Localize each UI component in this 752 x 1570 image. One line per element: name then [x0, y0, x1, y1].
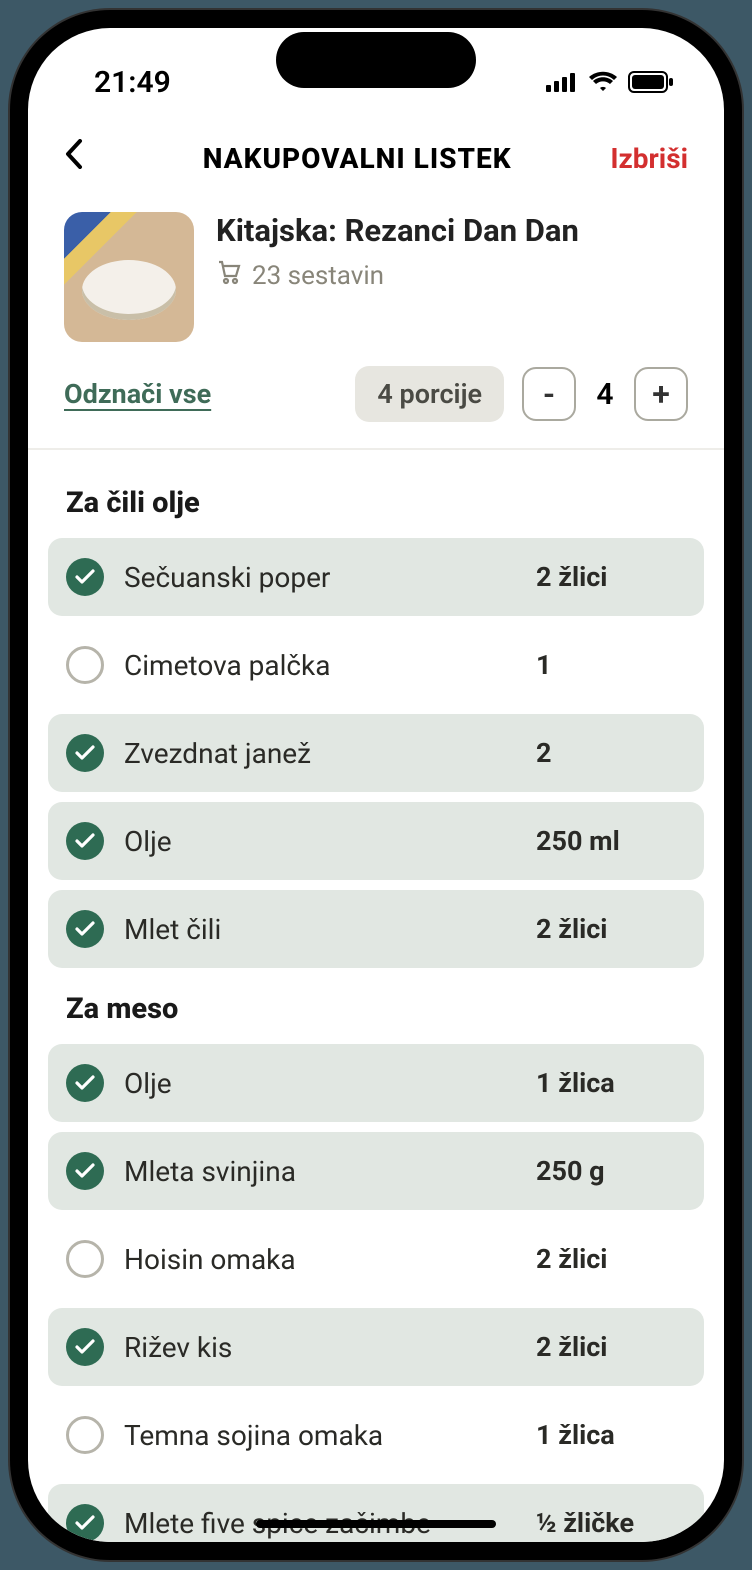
recipe-title: Kitajska: Rezanci Dan Dan	[216, 212, 579, 249]
section-title: Za čili olje	[48, 472, 704, 538]
ingredient-row[interactable]: Mlet čili 2 žlici	[48, 890, 704, 968]
delete-button[interactable]: Izbriši	[610, 142, 688, 175]
ingredient-quantity: 2 žlici	[536, 913, 686, 945]
recipe-thumbnail[interactable]	[64, 212, 194, 342]
ingredient-name: Mleta svinjina	[124, 1155, 516, 1188]
portions-badge[interactable]: 4 porcije	[355, 366, 504, 422]
back-button[interactable]	[64, 138, 104, 178]
ingredient-row[interactable]: Mleta svinjina 250 g	[48, 1132, 704, 1210]
checkbox-checked-icon[interactable]	[66, 734, 104, 772]
ingredient-name: Mlet čili	[124, 913, 516, 946]
ingredient-quantity: 2 žlici	[536, 561, 686, 593]
ingredient-row[interactable]: Mlete five spice začimbe½ žličke	[48, 1484, 704, 1542]
decrement-button[interactable]: -	[522, 367, 576, 421]
deselect-all-button[interactable]: Odznači vse	[64, 378, 337, 410]
checkbox-checked-icon[interactable]	[66, 1328, 104, 1366]
phone-frame: 21:49 NAKUPOVALNI LISTEK Izbriši	[10, 10, 742, 1560]
ingredient-quantity: 2 žlici	[536, 1331, 686, 1363]
ingredient-row[interactable]: Olje 1 žlica	[48, 1044, 704, 1122]
ingredient-quantity: 250 g	[536, 1155, 686, 1187]
ingredient-row[interactable]: Cimetova palčka 1	[48, 626, 704, 704]
ingredient-name: Hoisin omaka	[124, 1243, 516, 1276]
ingredient-quantity: 1 žlica	[536, 1419, 686, 1451]
ingredient-list[interactable]: Za čili olje Sečuanski poper 2 žlici Cimeto…	[28, 450, 724, 1542]
checkbox-checked-icon[interactable]	[66, 1064, 104, 1102]
ingredient-name: Cimetova palčka	[124, 649, 516, 682]
page-title: NAKUPOVALNI LISTEK	[104, 142, 610, 175]
ingredient-row[interactable]: Olje 250 ml	[48, 802, 704, 880]
checkbox-checked-icon[interactable]	[66, 1152, 104, 1190]
checkbox-unchecked-icon[interactable]	[66, 1416, 104, 1454]
ingredient-quantity: 2	[536, 737, 686, 769]
ingredient-name: Sečuanski poper	[124, 561, 516, 594]
recipe-header: Kitajska: Rezanci Dan Dan 23 sestavin	[28, 196, 724, 350]
cart-icon	[216, 259, 242, 292]
ingredient-row[interactable]: Temna sojina omaka 1 žlica	[48, 1396, 704, 1474]
checkbox-checked-icon[interactable]	[66, 558, 104, 596]
header: NAKUPOVALNI LISTEK Izbriši	[28, 118, 724, 196]
checkbox-unchecked-icon[interactable]	[66, 646, 104, 684]
battery-icon	[628, 71, 674, 93]
ingredient-name: Olje	[124, 825, 516, 858]
increment-button[interactable]: +	[634, 367, 688, 421]
ingredient-row[interactable]: Hoisin omaka 2 žlici	[48, 1220, 704, 1298]
ingredient-row[interactable]: Sečuanski poper 2 žlici	[48, 538, 704, 616]
ingredient-quantity: 1	[536, 649, 686, 681]
checkbox-checked-icon[interactable]	[66, 910, 104, 948]
ingredient-count-text: 23 sestavin	[252, 261, 384, 291]
ingredient-name: Olje	[124, 1067, 516, 1100]
notch	[276, 32, 476, 88]
screen: 21:49 NAKUPOVALNI LISTEK Izbriši	[28, 28, 724, 1542]
ingredient-name: Zvezdnat janež	[124, 737, 516, 770]
ingredient-quantity: 2 žlici	[536, 1243, 686, 1275]
ingredient-quantity: 250 ml	[536, 825, 686, 857]
portion-stepper: - 4 +	[522, 367, 688, 421]
wifi-icon	[588, 71, 618, 93]
home-indicator[interactable]	[256, 1520, 496, 1528]
cellular-signal-icon	[546, 72, 578, 92]
ingredient-name: Temna sojina omaka	[124, 1419, 516, 1452]
portion-value: 4	[590, 377, 620, 412]
status-time: 21:49	[94, 65, 171, 100]
controls-row: Odznači vse 4 porcije - 4 +	[28, 350, 724, 448]
ingredient-row[interactable]: Rižev kis 2 žlici	[48, 1308, 704, 1386]
ingredient-quantity: ½ žličke	[536, 1507, 686, 1539]
checkbox-unchecked-icon[interactable]	[66, 1240, 104, 1278]
checkbox-checked-icon[interactable]	[66, 822, 104, 860]
ingredient-count: 23 sestavin	[216, 259, 579, 292]
recipe-info: Kitajska: Rezanci Dan Dan 23 sestavin	[216, 212, 579, 292]
status-icons	[546, 71, 674, 93]
section-title: Za meso	[48, 978, 704, 1044]
ingredient-quantity: 1 žlica	[536, 1067, 686, 1099]
checkbox-checked-icon[interactable]	[66, 1504, 104, 1542]
ingredient-row[interactable]: Zvezdnat janež 2	[48, 714, 704, 792]
ingredient-name: Rižev kis	[124, 1331, 516, 1364]
